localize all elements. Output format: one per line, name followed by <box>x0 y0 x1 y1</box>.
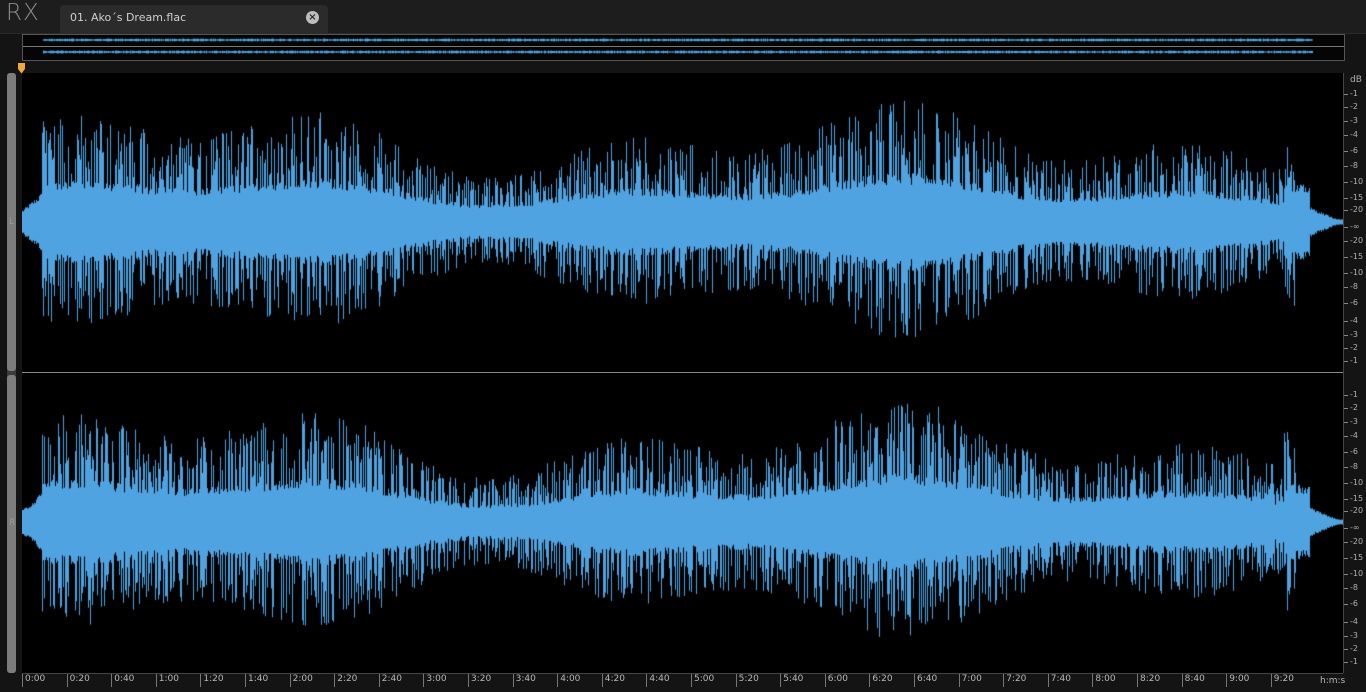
db-tick: -8 <box>1344 462 1358 471</box>
timeline-tick: 0:40 <box>111 674 135 687</box>
db-tick: -20 <box>1343 205 1364 214</box>
db-tick: -3 <box>1344 330 1358 339</box>
channel-label-left: L <box>9 217 15 227</box>
timeline-tick: 0:00 <box>21 674 46 687</box>
timeline-tick: 5:40 <box>780 674 804 687</box>
timeline-tick: 3:20 <box>467 674 492 687</box>
db-tick: -15 <box>1343 553 1364 562</box>
timeline-tick: 6:00 <box>824 674 849 687</box>
channel-divider <box>22 372 1343 373</box>
db-tick: -6 <box>1344 298 1358 307</box>
db-tick: -6 <box>1344 599 1358 608</box>
db-tick: -15 <box>1343 494 1364 503</box>
db-tick: -3 <box>1344 116 1358 125</box>
tab-file-label: 01. Ako´s Dream.flac <box>70 11 187 24</box>
db-tick: -4 <box>1344 431 1358 440</box>
db-tick: -1 <box>1344 89 1358 98</box>
db-tick: -3 <box>1344 631 1358 640</box>
timeline-tick: 3:40 <box>512 674 536 687</box>
db-tick: -6 <box>1344 447 1358 456</box>
timeline-tick: 9:20 <box>1270 674 1295 687</box>
timeline-tick: 1:00 <box>155 674 180 687</box>
db-tick: -4 <box>1344 130 1358 139</box>
timeline-tick: 1:20 <box>200 674 224 687</box>
overview-divider <box>23 46 1344 47</box>
db-tick: -4 <box>1344 316 1358 325</box>
app-logo: RX <box>6 0 40 26</box>
db-tick: -2 <box>1344 102 1358 111</box>
db-tick: -8 <box>1344 583 1358 592</box>
timeline-tick: 4:40 <box>646 674 670 687</box>
timeline-tick: 6:20 <box>869 674 893 687</box>
timeline-tick: 5:20 <box>735 674 759 687</box>
editor-main: L R -1 -2 -3 -4 -6 -8 -10 -15 -20 -∞ -20 -15 -10 -8 -6… <box>0 73 1366 673</box>
timeline-tick: 9:00 <box>1226 674 1250 687</box>
timeline-tick: 7:20 <box>1003 674 1027 687</box>
tab-file[interactable]: 01. Ako´s Dream.flac × <box>60 5 328 33</box>
waveform-display[interactable] <box>22 73 1343 673</box>
waveform-overview[interactable] <box>22 34 1345 61</box>
db-tick: -2 <box>1344 343 1358 352</box>
db-scale: -1 -2 -3 -4 -6 -8 -10 -15 -20 -∞ -20 -15 -10 -8 -6 -4 -3… <box>1343 73 1366 673</box>
timeline-tick: 3:00 <box>423 674 447 687</box>
db-tick: -1 <box>1344 390 1358 399</box>
db-tick: -4 <box>1344 617 1358 626</box>
close-icon[interactable]: × <box>306 11 319 24</box>
timeline-tick: 5:00 <box>690 674 715 687</box>
db-tick: -20 <box>1343 236 1364 245</box>
channel-label-right: R <box>9 518 16 528</box>
db-tick: -1 <box>1344 657 1358 666</box>
timeline-tick: 8:00 <box>1092 674 1116 687</box>
timeline-tick: 7:40 <box>1047 674 1072 687</box>
db-tick: -∞ <box>1344 523 1360 532</box>
timeline-tick: 0:20 <box>66 674 90 687</box>
db-tick: -15 <box>1343 252 1364 261</box>
db-tick: -10 <box>1343 268 1364 277</box>
db-tick: -3 <box>1344 417 1358 426</box>
timeline-tick: 8:20 <box>1136 674 1161 687</box>
db-tick: -2 <box>1344 403 1358 412</box>
db-unit-label: dB <box>1350 75 1362 85</box>
time-unit-label: h:m:s <box>1320 676 1346 686</box>
db-tick: -10 <box>1343 569 1364 578</box>
timeline-tick: 7:00 <box>958 674 982 687</box>
db-tick: -2 <box>1344 644 1358 653</box>
db-tick: -20 <box>1343 537 1364 546</box>
db-tick: -10 <box>1343 177 1364 186</box>
waveform <box>22 73 1343 673</box>
timeline-tick: 8:40 <box>1181 674 1205 687</box>
db-tick: -10 <box>1343 478 1364 487</box>
db-tick: -20 <box>1343 506 1364 515</box>
db-tick: -15 <box>1343 193 1364 202</box>
db-tick: -6 <box>1344 146 1358 155</box>
timeline-tick: 2:40 <box>378 674 403 687</box>
timeline-tick: 6:40 <box>913 674 938 687</box>
timeline-tick: 1:40 <box>244 674 269 687</box>
overview-waveform <box>23 35 1344 60</box>
db-tick: -8 <box>1344 282 1358 291</box>
timeline-tick: 4:00 <box>557 674 581 687</box>
timeline-tick: 4:20 <box>601 674 626 687</box>
timeline-ruler[interactable]: 0:00 0:20 0:40 1:00 1:20 1:40 2:00 2:20 2:40 3:00… <box>21 673 1343 692</box>
vertical-scrollbar[interactable] <box>7 73 16 673</box>
timeline-tick: 2:20 <box>334 674 358 687</box>
timeline-tick: 2:00 <box>289 674 313 687</box>
db-tick: -1 <box>1344 356 1358 365</box>
db-tick: -8 <box>1344 161 1358 170</box>
db-tick: -∞ <box>1344 222 1360 231</box>
title-bar: RX 01. Ako´s Dream.flac × <box>0 0 1366 34</box>
